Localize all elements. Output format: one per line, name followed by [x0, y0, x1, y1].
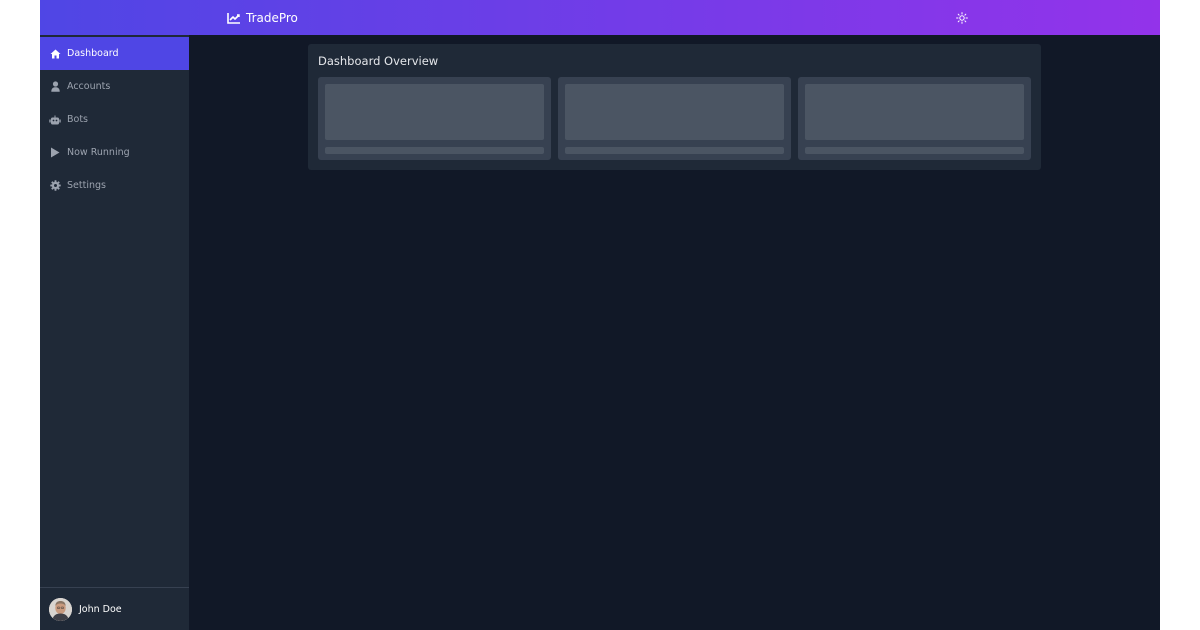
skeleton-line — [805, 147, 1024, 154]
loading-card — [558, 77, 791, 160]
loading-card — [318, 77, 551, 160]
skeleton-line — [565, 147, 784, 154]
dashboard-overview-panel: Dashboard Overview — [308, 44, 1041, 170]
theme-toggle-button[interactable] — [953, 9, 971, 27]
skeleton-block — [565, 84, 784, 140]
sidebar-item-bots[interactable]: Bots — [40, 103, 189, 136]
sidebar-item-settings[interactable]: Settings — [40, 169, 189, 202]
play-icon — [49, 147, 61, 159]
sidebar-item-label: Settings — [67, 180, 106, 191]
sidebar-item-dashboard[interactable]: Dashboard — [40, 37, 189, 70]
brand-name: TradePro — [246, 10, 298, 25]
sidebar-item-accounts[interactable]: Accounts — [40, 70, 189, 103]
sidebar: Dashboard Accounts Bots Now Running Sett… — [40, 35, 189, 630]
top-bar: TradePro — [40, 0, 1160, 35]
gear-icon — [49, 180, 61, 192]
home-icon — [49, 48, 61, 60]
sidebar-item-label: Now Running — [67, 147, 130, 158]
brand-logo[interactable]: TradePro — [227, 0, 298, 35]
sidebar-item-label: Accounts — [67, 81, 111, 92]
sidebar-item-now-running[interactable]: Now Running — [40, 136, 189, 169]
skeleton-line — [325, 147, 544, 154]
skeleton-block — [325, 84, 544, 140]
loading-card — [798, 77, 1031, 160]
avatar — [49, 597, 72, 621]
user-profile[interactable]: John Doe — [40, 587, 189, 630]
chart-line-icon — [227, 12, 241, 24]
sidebar-item-label: Bots — [67, 114, 89, 125]
sun-icon — [956, 9, 968, 28]
skeleton-block — [805, 84, 1024, 140]
panel-title: Dashboard Overview — [318, 54, 439, 68]
sidebar-item-label: Dashboard — [67, 48, 119, 59]
robot-icon — [49, 114, 61, 126]
app-window: TradePro Dashboard Accounts Bots Now Run… — [40, 0, 1160, 630]
user-name: John Doe — [79, 603, 122, 615]
user-icon — [49, 81, 61, 93]
